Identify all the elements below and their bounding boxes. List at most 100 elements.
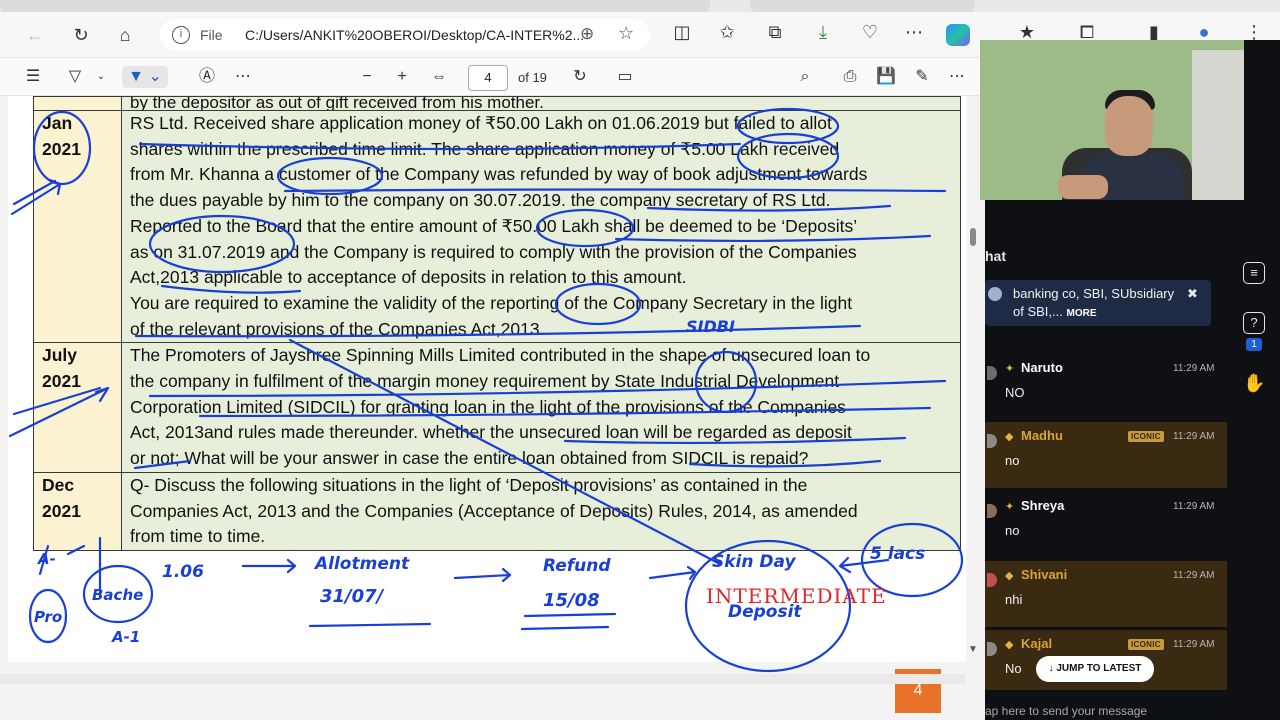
author-name: Madhu: [1021, 428, 1063, 443]
avatar: [987, 434, 997, 448]
toolbar-more-icon[interactable]: ⋯: [946, 66, 968, 88]
timestamp: 11:29 AM: [1173, 363, 1215, 374]
avatar: [987, 573, 997, 587]
chat-title: hat: [985, 248, 1006, 264]
page-number-input[interactable]: 4: [468, 65, 508, 91]
timestamp: 11:29 AM: [1173, 501, 1215, 512]
text-line: from Mr. Khanna a customer of the Compan…: [130, 164, 868, 185]
text-line: or not; What will be your answer in case…: [130, 448, 809, 469]
favorites-icon[interactable]: ✩: [714, 22, 740, 43]
home-icon[interactable]: ⌂: [112, 22, 138, 48]
author-name: Shivani: [1021, 567, 1068, 582]
refresh-icon[interactable]: ↻: [68, 22, 94, 48]
date-cell: July 2021: [33, 342, 122, 473]
settings-more-icon[interactable]: ⋯: [901, 22, 927, 43]
intermediate-stamp: INTERMEDIATE: [706, 584, 887, 608]
text-line: The Promoters of Jayshree Spinning Mills…: [130, 345, 871, 366]
collections-icon[interactable]: ⧉: [762, 22, 788, 43]
active-tab[interactable]: [0, 0, 710, 12]
year: 2021: [42, 371, 81, 392]
draw-dropdown-chevron-icon[interactable]: ⌄: [90, 66, 112, 88]
table-row: Jan 2021 RS Ltd. Received share applicat…: [33, 109, 961, 344]
message-text: nhi: [1005, 592, 1023, 607]
draw-icon[interactable]: ▽: [64, 66, 86, 88]
iconic-badge: ICONIC: [1128, 639, 1164, 650]
ink-label-allot-date: 31/07/: [320, 586, 384, 607]
back-icon[interactable]: ←: [22, 22, 48, 48]
search-icon[interactable]: ⌕: [794, 66, 816, 88]
vertical-scrollbar[interactable]: ▼: [968, 96, 978, 720]
fit-to-page-icon[interactable]: ⇔: [428, 66, 450, 88]
deposit-questions-table: by the depositor as out of gift received…: [33, 96, 961, 551]
info-icon[interactable]: i: [172, 26, 190, 44]
screen: ← ↻ ⌂ i File C:/Users/ANKIT%20OBEROI/Des…: [0, 0, 1280, 720]
month: July: [42, 345, 78, 366]
date-cell: Jan 2021: [33, 109, 122, 344]
ink-label-five-lacs: 5 lacs: [870, 544, 926, 564]
zoom-out-icon[interactable]: −: [356, 66, 378, 88]
table-row: July 2021 The Promoters of Jayshree Spin…: [33, 342, 961, 473]
rotate-icon[interactable]: ↻: [569, 66, 591, 88]
file-scheme-label: File: [200, 27, 223, 43]
question-cell: RS Ltd. Received share application money…: [121, 109, 961, 344]
text-line: the dues payable by him to the company o…: [130, 190, 831, 211]
message-text: no: [1005, 453, 1020, 468]
browser-essentials-icon[interactable]: ♡: [857, 22, 883, 43]
favorite-star-icon[interactable]: ☆: [618, 23, 634, 44]
page-count: of 19: [518, 70, 547, 85]
unpin-icon[interactable]: ✖: [1187, 286, 1198, 302]
print-icon[interactable]: ⎙: [839, 66, 861, 88]
chat-message: ✦ Shreya 11:29 AM no: [985, 492, 1227, 558]
text-line: Corporation Limited (SIDCIL) for grantin…: [130, 396, 846, 417]
pdf-viewport[interactable]: by the depositor as out of gift received…: [0, 96, 985, 720]
avatar: [987, 642, 997, 656]
ink-label-refund: Refund: [543, 556, 611, 576]
year: 2021: [42, 138, 81, 159]
raise-hand-icon[interactable]: ✋: [1243, 374, 1265, 396]
text-line: Q- Discuss the following situations in t…: [130, 474, 808, 495]
avatar: [987, 366, 997, 380]
scroll-thumb[interactable]: [970, 228, 976, 246]
save-icon[interactable]: 💾: [875, 66, 897, 88]
avatar: [988, 287, 1002, 301]
highlight-icon[interactable]: ▼ ⌄: [122, 66, 168, 88]
chat-bubble-icon[interactable]: ≡: [1243, 262, 1265, 284]
contents-icon[interactable]: ☰: [22, 66, 44, 88]
webcam-video: [980, 40, 1244, 200]
ink-label-pro: Pro: [34, 608, 63, 626]
more-tools-icon[interactable]: ⋯: [232, 66, 254, 88]
timestamp: 11:29 AM: [1173, 431, 1215, 442]
jump-to-latest-button[interactable]: ↓ JUMP TO LATEST: [1036, 656, 1154, 682]
text-line: Reported to the Board that the entire am…: [130, 215, 858, 236]
month: Dec: [42, 474, 75, 495]
text-line: the company in fulfilment of the margin …: [130, 371, 840, 392]
ink-label-date: 1.06: [162, 562, 204, 582]
text-line: shares within the prescribed time limit.…: [130, 138, 840, 159]
scroll-down-arrow-icon[interactable]: ▼: [968, 644, 978, 655]
question-icon[interactable]: ?: [1243, 312, 1265, 334]
horizontal-scrollbar[interactable]: [0, 674, 965, 684]
more-link[interactable]: MORE: [1066, 308, 1096, 319]
page-view-icon[interactable]: ▭: [614, 66, 636, 88]
pdf-page: by the depositor as out of gift received…: [8, 96, 966, 662]
chat-input[interactable]: ap here to send your message: [985, 704, 1147, 718]
downloads-icon[interactable]: ⤓: [810, 22, 836, 43]
tab[interactable]: [750, 0, 975, 12]
ink-label-sidbi: SIDBI: [686, 317, 735, 336]
table-row: by the depositor as out of gift received…: [33, 96, 961, 111]
timestamp: 11:29 AM: [1173, 570, 1215, 581]
date-cell: Dec 2021: [33, 471, 122, 551]
text-icon[interactable]: Ⓐ: [196, 66, 218, 88]
save-as-icon[interactable]: ✎: [911, 66, 933, 88]
url-text[interactable]: C:/Users/ANKIT%20OBEROI/Desktop/CA-INTER…: [245, 27, 584, 43]
zoom-in-icon[interactable]: +: [391, 66, 413, 88]
zoom-icon[interactable]: ⊕: [580, 24, 594, 44]
copilot-icon[interactable]: [946, 24, 970, 46]
split-screen-icon[interactable]: ◫: [669, 22, 695, 43]
question-cell: Q- Discuss the following situations in t…: [121, 471, 961, 551]
pinned-message[interactable]: banking co, SBI, SUbsidiary of SBI,... M…: [985, 280, 1211, 326]
text-line: of the relevant provisions of the Compan…: [130, 318, 545, 339]
address-bar[interactable]: i File C:/Users/ANKIT%20OBEROI/Desktop/C…: [160, 19, 650, 51]
cut-off-text: by the depositor as out of gift received…: [121, 96, 961, 111]
presenter: [1105, 96, 1153, 156]
